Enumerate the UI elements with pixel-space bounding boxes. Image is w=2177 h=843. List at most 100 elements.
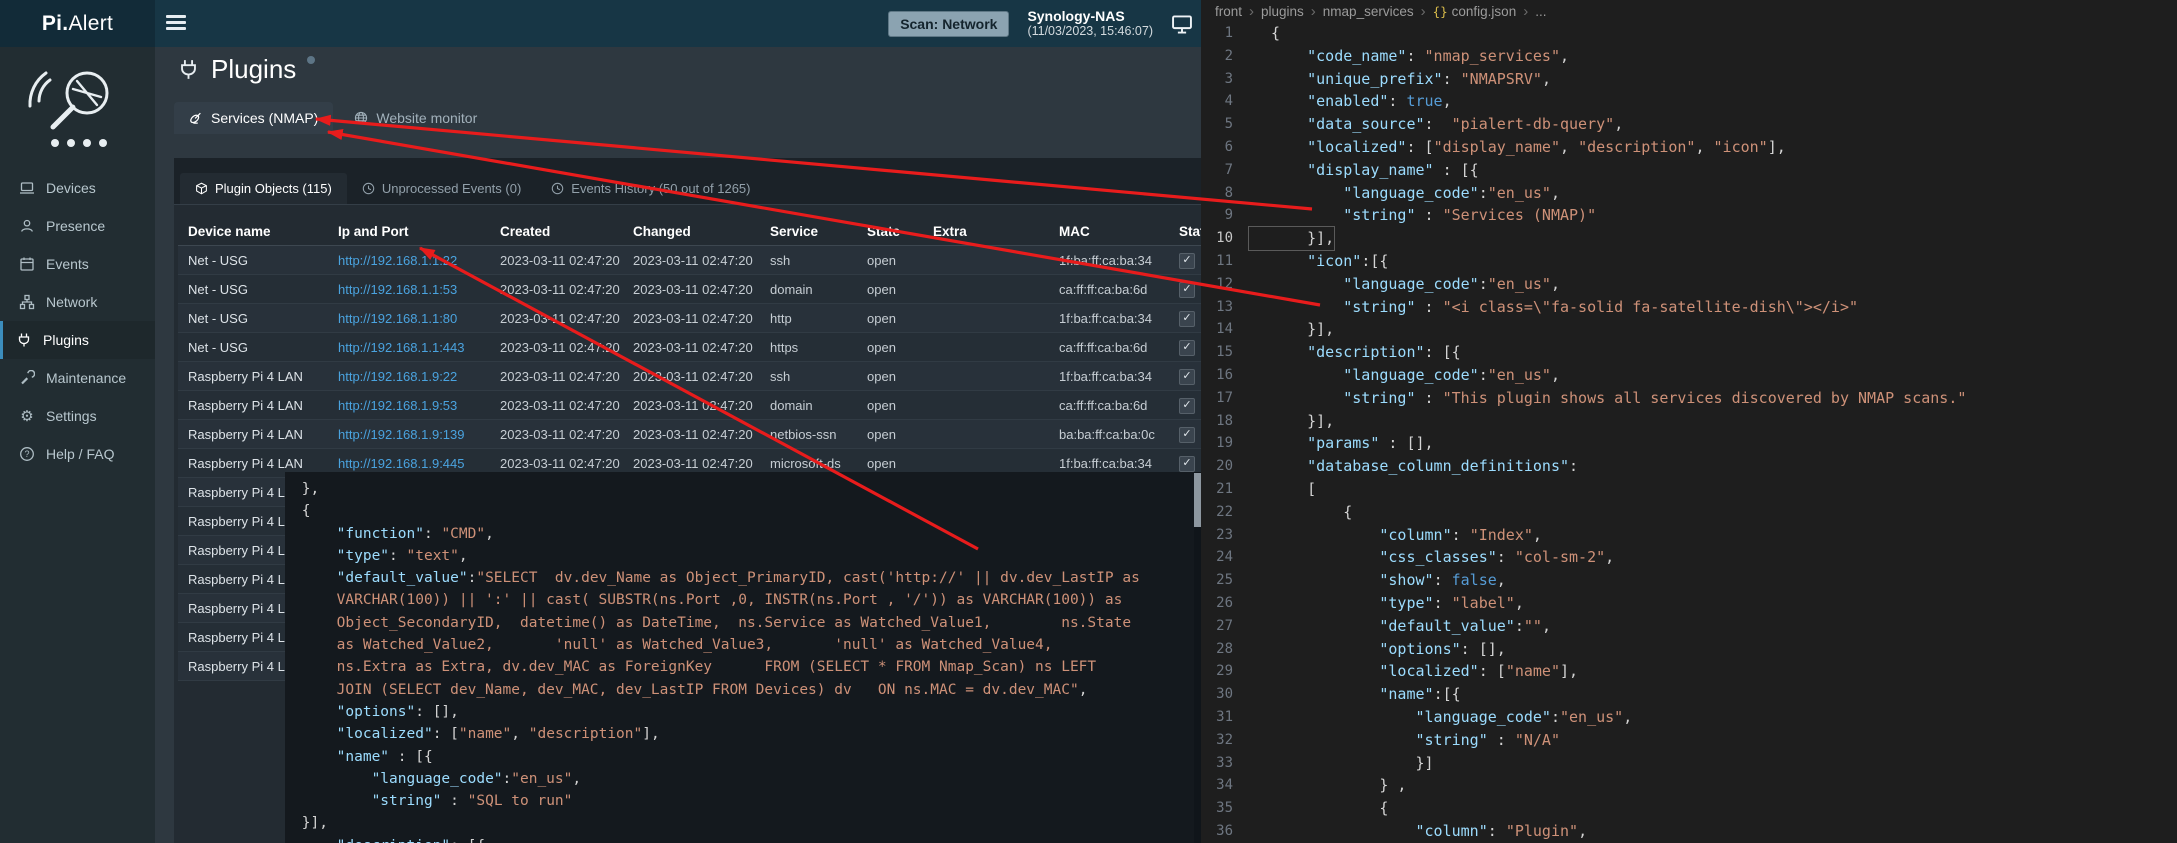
plugins-help-dot[interactable] bbox=[307, 56, 315, 64]
sidebar-item-presence[interactable]: Presence bbox=[0, 207, 155, 245]
ip-port-link[interactable]: http://192.168.1.9:139 bbox=[338, 427, 465, 442]
code-line: 20 "database_column_definitions": bbox=[1201, 455, 2177, 478]
table-row[interactable]: Net - USGhttp://192.168.1.1:532023-03-11… bbox=[178, 275, 1201, 304]
code-line: 32 "string" : "N/A" bbox=[1201, 729, 2177, 752]
line-number: 25 bbox=[1201, 569, 1249, 592]
plug-icon bbox=[177, 57, 200, 88]
ip-port-link[interactable]: http://192.168.1.9:53 bbox=[338, 398, 457, 413]
ip-port-link[interactable]: http://192.168.1.1:22 bbox=[338, 253, 457, 268]
tab-plugin-objects[interactable]: Plugin Objects (115) bbox=[180, 173, 347, 204]
status-checkbox[interactable]: ✓ bbox=[1179, 398, 1195, 414]
sidebar-item-events[interactable]: Events bbox=[0, 245, 155, 283]
status-checkbox[interactable]: ✓ bbox=[1179, 253, 1195, 269]
table-row[interactable]: Raspberry Pi 4 LANhttp://192.168.1.9:532… bbox=[178, 391, 1201, 420]
cell-link[interactable]: http://192.168.1.1:80 bbox=[328, 304, 490, 333]
ip-port-link[interactable]: http://192.168.1.9:22 bbox=[338, 369, 457, 384]
column-header[interactable]: MAC bbox=[1049, 217, 1169, 246]
column-header[interactable]: Changed bbox=[623, 217, 760, 246]
tab-events-history[interactable]: Events History (50 out of 1265) bbox=[536, 173, 765, 204]
ip-port-link[interactable]: http://192.168.1.9:445 bbox=[338, 456, 465, 471]
overlay-scrollbar[interactable] bbox=[1194, 472, 1201, 843]
status-checkbox[interactable]: ✓ bbox=[1179, 340, 1195, 356]
cell-link[interactable]: http://192.168.1.1:443 bbox=[328, 333, 490, 362]
device-monitor-icon[interactable] bbox=[1171, 13, 1193, 35]
ip-port-link[interactable]: http://192.168.1.1:53 bbox=[338, 282, 457, 297]
cell-service: domain bbox=[760, 275, 857, 304]
breadcrumb-item[interactable]: front bbox=[1215, 4, 1242, 19]
cell-link[interactable]: http://192.168.1.9:22 bbox=[328, 362, 490, 391]
breadcrumb-item[interactable]: nmap_services bbox=[1323, 4, 1414, 19]
overlay-scrollbar-thumb[interactable] bbox=[1194, 473, 1201, 527]
tab-website-monitor[interactable]: Website monitor bbox=[339, 102, 492, 134]
line-number: 36 bbox=[1201, 820, 1249, 843]
table-row[interactable]: Net - USGhttp://192.168.1.1:802023-03-11… bbox=[178, 304, 1201, 333]
code-line: "description": [{ bbox=[293, 835, 1187, 843]
code-line: 24 "css_classes": "col-sm-2", bbox=[1201, 546, 2177, 569]
cell-changed: 2023-03-11 02:47:20 bbox=[623, 304, 760, 333]
status-checkbox[interactable]: ✓ bbox=[1179, 369, 1195, 385]
column-header[interactable]: Service bbox=[760, 217, 857, 246]
ip-port-link[interactable]: http://192.168.1.1:80 bbox=[338, 311, 457, 326]
sidebar-item-help[interactable]: ? Help / FAQ bbox=[0, 435, 155, 473]
tab-unprocessed-events[interactable]: Unprocessed Events (0) bbox=[347, 173, 536, 204]
column-header[interactable]: Device name bbox=[178, 217, 328, 246]
status-checkbox[interactable]: ✓ bbox=[1179, 456, 1195, 472]
pialert-radar-logo bbox=[0, 47, 155, 161]
column-header[interactable]: Ip and Port bbox=[328, 217, 490, 246]
cell-link[interactable]: http://192.168.1.9:53 bbox=[328, 391, 490, 420]
code-line: 33 }] bbox=[1201, 752, 2177, 775]
cell-extra bbox=[923, 275, 1049, 304]
table-row[interactable]: Raspberry Pi 4 LANhttp://192.168.1.9:139… bbox=[178, 420, 1201, 449]
column-header[interactable]: Status bbox=[1169, 217, 1201, 246]
cell-link[interactable]: http://192.168.1.9:139 bbox=[328, 420, 490, 449]
line-number: 26 bbox=[1201, 592, 1249, 615]
column-header[interactable]: Created bbox=[490, 217, 623, 246]
column-header[interactable]: State bbox=[857, 217, 923, 246]
line-number: 17 bbox=[1201, 387, 1249, 410]
cube-icon bbox=[195, 182, 208, 195]
ip-port-link[interactable]: http://192.168.1.1:443 bbox=[338, 340, 465, 355]
sidebar-item-network[interactable]: Network bbox=[0, 283, 155, 321]
status-checkbox[interactable]: ✓ bbox=[1179, 427, 1195, 443]
sidebar-item-label: Help / FAQ bbox=[46, 446, 114, 462]
table-row[interactable]: Raspberry Pi 4 LANhttp://192.168.1.9:222… bbox=[178, 362, 1201, 391]
cell-name: Net - USG bbox=[178, 246, 328, 275]
breadcrumb-item[interactable]: {}config.json bbox=[1433, 4, 1517, 19]
hamburger-menu-icon[interactable] bbox=[166, 15, 186, 32]
code-line: 12 "language_code":"en_us", bbox=[1201, 273, 2177, 296]
cell-link[interactable]: http://192.168.1.1:22 bbox=[328, 246, 490, 275]
sidebar-item-maintenance[interactable]: Maintenance bbox=[0, 359, 155, 397]
line-number: 2 bbox=[1201, 45, 1249, 68]
line-number: 18 bbox=[1201, 410, 1249, 433]
code-line: 35 { bbox=[1201, 797, 2177, 820]
cell-status: ✓ bbox=[1169, 391, 1201, 420]
editor-code[interactable]: 1{2 "code_name": "nmap_services",3 "uniq… bbox=[1201, 22, 2177, 843]
cell-service: netbios-ssn bbox=[760, 420, 857, 449]
breadcrumb-separator: › bbox=[1523, 3, 1528, 20]
status-checkbox[interactable]: ✓ bbox=[1179, 311, 1195, 327]
breadcrumb-item[interactable]: plugins bbox=[1261, 4, 1304, 19]
sidebar-item-devices[interactable]: Devices bbox=[0, 169, 155, 207]
sidebar-item-plugins[interactable]: Plugins bbox=[0, 321, 155, 359]
sidebar-item-label: Devices bbox=[46, 180, 96, 196]
tab-services-nmap[interactable]: Services (NMAP) bbox=[174, 102, 333, 134]
code-line: "string" : "SQL to run" bbox=[293, 790, 1187, 812]
code-line: 26 "type": "label", bbox=[1201, 592, 2177, 615]
line-number: 24 bbox=[1201, 546, 1249, 569]
line-number: 9 bbox=[1201, 204, 1249, 227]
sidebar-item-settings[interactable]: ⚙ Settings bbox=[0, 397, 155, 435]
cell-mac: ca:ff:ff:ca:ba:6d bbox=[1049, 333, 1169, 362]
cell-link[interactable]: http://192.168.1.1:53 bbox=[328, 275, 490, 304]
cell-created: 2023-03-11 02:47:20 bbox=[490, 333, 623, 362]
clock-icon bbox=[362, 182, 375, 195]
code-line: 8 "language_code":"en_us", bbox=[1201, 182, 2177, 205]
table-row[interactable]: Net - USGhttp://192.168.1.1:4432023-03-1… bbox=[178, 333, 1201, 362]
brand-logo[interactable]: Pi.Alert bbox=[0, 0, 155, 47]
line-number: 30 bbox=[1201, 683, 1249, 706]
table-row[interactable]: Net - USGhttp://192.168.1.1:222023-03-11… bbox=[178, 246, 1201, 275]
column-header[interactable]: Extra bbox=[923, 217, 1049, 246]
line-number: 35 bbox=[1201, 797, 1249, 820]
breadcrumb-item[interactable]: ... bbox=[1535, 4, 1546, 19]
status-checkbox[interactable]: ✓ bbox=[1179, 282, 1195, 298]
cell-changed: 2023-03-11 02:47:20 bbox=[623, 333, 760, 362]
